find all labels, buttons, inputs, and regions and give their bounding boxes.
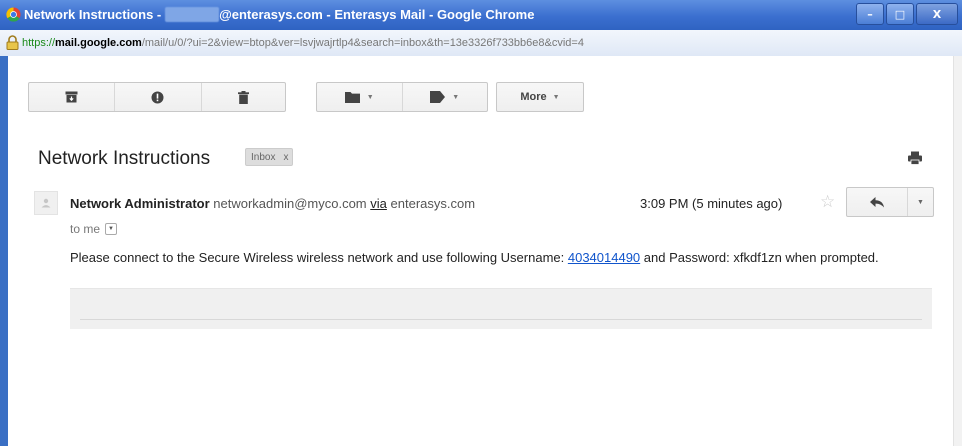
vertical-scrollbar[interactable]: [953, 56, 962, 446]
trash-icon: [237, 90, 249, 104]
url-path: /mail/u/0/?ui=2&view=btop&ver=lsvjwajrtl…: [141, 37, 584, 49]
default-avatar-icon: [41, 198, 51, 208]
chevron-down-icon: ▼: [366, 93, 374, 101]
username-link[interactable]: 4034014490: [568, 250, 640, 265]
more-button[interactable]: More ▼: [497, 83, 583, 111]
print-icon[interactable]: [908, 151, 922, 165]
url-text[interactable]: https://mail.google.com/mail/u/0/?ui=2&v…: [22, 37, 584, 49]
action-button-group: [28, 82, 286, 112]
maximize-button[interactable]: □: [886, 3, 914, 25]
redacted-username: redacted: [164, 7, 220, 22]
recipient-line: to me ▼: [70, 222, 118, 236]
chevron-down-icon: ▼: [552, 93, 560, 101]
body-text-1: Please connect to the Secure Wireless wi…: [70, 250, 568, 265]
window-title-suffix: @enterasys.com - Enterasys Mail - Google…: [219, 7, 535, 22]
reply-button-group: ▼: [846, 187, 934, 217]
tag-icon: [430, 91, 446, 103]
body-text-2: and Password: xfkdf1zn when prompted.: [640, 250, 879, 265]
sender-info: Network Administrator networkadmin@myco.…: [70, 196, 475, 211]
more-button-label: More: [520, 91, 547, 103]
labels-button[interactable]: ▼: [403, 83, 488, 111]
inbox-label-chip[interactable]: Inbox x: [245, 148, 294, 166]
archive-icon: [65, 91, 78, 103]
more-button-group: More ▼: [496, 82, 584, 112]
label-name: Inbox: [251, 151, 276, 163]
report-spam-icon: [151, 91, 164, 103]
url-scheme: https://: [22, 37, 56, 49]
chevron-down-icon: ▼: [917, 198, 924, 206]
archive-button[interactable]: [29, 83, 116, 111]
recipient-text: to me: [70, 222, 101, 236]
via-link[interactable]: via: [370, 196, 387, 211]
report-spam-button[interactable]: [115, 83, 202, 111]
sender-name[interactable]: Network Administrator: [70, 196, 210, 211]
window-left-border: [0, 56, 8, 446]
reply-button[interactable]: [847, 188, 908, 216]
organize-button-group: ▼ ▼: [316, 82, 488, 112]
chrome-logo-icon: [6, 7, 21, 22]
sender-avatar: [34, 191, 58, 215]
move-to-button[interactable]: ▼: [317, 83, 403, 111]
more-reply-options-button[interactable]: ▼: [908, 188, 933, 216]
window-title: Network Instructions - redacted@enterasy…: [24, 7, 534, 22]
email-timestamp: 3:09 PM (5 minutes ago): [640, 196, 783, 211]
window-title-prefix: Network Instructions -: [24, 7, 165, 22]
reply-box[interactable]: [70, 288, 932, 329]
email-body: Please connect to the Secure Wireless wi…: [70, 249, 890, 266]
window-titlebar: Network Instructions - redacted@enterasy…: [0, 0, 962, 30]
delete-button[interactable]: [202, 83, 285, 111]
url-host: mail.google.com: [55, 37, 142, 49]
folder-icon: [344, 92, 360, 103]
sender-email: networkadmin@myco.com: [213, 196, 367, 211]
via-domain: enterasys.com: [390, 196, 476, 211]
chevron-down-icon: ▼: [452, 93, 460, 101]
reply-box-divider: [80, 319, 922, 320]
star-icon[interactable]: ☆: [820, 192, 835, 212]
show-details-button[interactable]: ▼: [105, 223, 118, 235]
lock-icon: [6, 35, 19, 50]
window-controls: – □ X: [856, 3, 958, 25]
minimize-button[interactable]: –: [856, 3, 884, 25]
remove-label-icon[interactable]: x: [283, 152, 288, 163]
gmail-content: ▼ ▼ More ▼ Network Instructions Inbox x …: [8, 56, 962, 446]
email-subject: Network Instructions: [38, 148, 211, 169]
address-bar[interactable]: https://mail.google.com/mail/u/0/?ui=2&v…: [0, 30, 962, 57]
close-button[interactable]: X: [916, 3, 958, 25]
reply-arrow-icon: [870, 196, 884, 207]
